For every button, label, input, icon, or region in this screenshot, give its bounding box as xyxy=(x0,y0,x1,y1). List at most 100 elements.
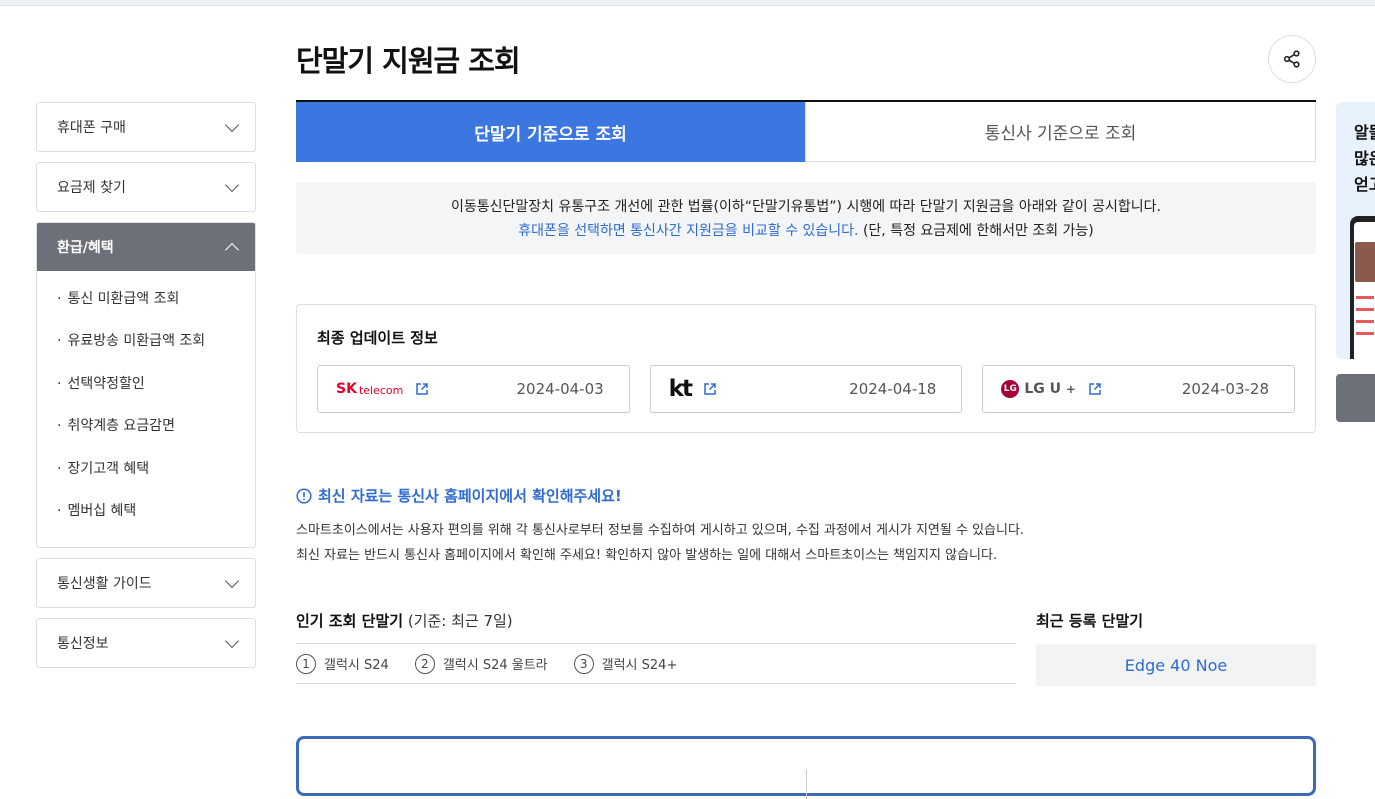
carrier-update-date: 2024-04-03 xyxy=(516,380,604,398)
external-link-icon[interactable] xyxy=(703,382,717,396)
sidebar-menu-label: 통신정보 xyxy=(57,636,109,653)
submenu-item-paytv-refund[interactable]: 유료방송 미환급액 조회 xyxy=(57,327,255,369)
recent-devices-title: 최근 등록 단말기 xyxy=(1036,612,1144,630)
sidebar-menu-telecom-info[interactable]: 통신정보 xyxy=(36,618,256,669)
alert-line: 최신 자료는 반드시 통신사 홈페이지에서 확인해 주세요! 확인하지 않아 발… xyxy=(296,548,998,563)
carrier-left: SK telecom xyxy=(336,381,429,397)
submenu-item-selective-discount[interactable]: 선택약정할인 xyxy=(57,370,255,412)
popular-device-label: 갤럭시 S24 울트라 xyxy=(442,658,548,673)
sidebar-menu-header[interactable]: 통신정보 xyxy=(37,619,255,667)
lgu-logo-plus: + xyxy=(1066,382,1076,396)
tab-by-device[interactable]: 단말기 기준으로 조회 xyxy=(296,102,805,162)
external-link-icon[interactable] xyxy=(1088,382,1102,396)
popular-devices: 인기 조회 단말기 (기준: 최근 7일) 1 갤럭시 S24 2 갤럭시 S2… xyxy=(296,610,1016,684)
banner-line: 얻고 xyxy=(1354,175,1375,194)
popular-devices-title: 인기 조회 단말기 xyxy=(296,612,404,630)
recent-devices: 최근 등록 단말기 Edge 40 Noe xyxy=(1036,610,1316,686)
banner-text: 알뜰 많은 얻고 xyxy=(1354,120,1375,198)
skt-logo-main: SK xyxy=(336,381,357,397)
skt-logo: SK telecom xyxy=(336,381,403,397)
lgu-logo-text: LG U xyxy=(1024,381,1061,397)
carrier-card-lgu[interactable]: LG LG U + 2024-03-28 xyxy=(982,365,1296,413)
banner-line: 알뜰 xyxy=(1354,123,1375,142)
chevron-down-icon xyxy=(224,573,240,588)
carrier-update-date: 2024-03-28 xyxy=(1181,380,1270,398)
rank-badge: 1 xyxy=(296,653,316,674)
carrier-card-skt[interactable]: SK telecom 2024-04-03 xyxy=(317,365,630,413)
browser-top-strip xyxy=(0,0,1375,6)
alert-line: 스마트초이스에서는 사용자 편의를 위해 각 통신사로부터 정보를 수집하여 게… xyxy=(296,523,1025,538)
sidebar-menu-label: 통신생활 가이드 xyxy=(57,576,152,593)
alert-title: 최신 자료는 통신사 홈페이지에서 확인해주세요! xyxy=(296,485,622,506)
submenu-item-vulnerable-discount[interactable]: 취약계층 요금감면 xyxy=(57,412,255,454)
search-form-box xyxy=(296,736,1316,799)
sidebar-menu-header[interactable]: 환급/혜택 xyxy=(37,223,255,271)
sidebar-menu-header[interactable]: 통신생활 가이드 xyxy=(37,559,255,607)
phone-line xyxy=(1356,332,1374,335)
sidebar-menu-phone-purchase[interactable]: 휴대폰 구매 xyxy=(36,102,256,152)
popular-devices-list: 1 갤럭시 S24 2 갤럭시 S24 울트라 3 갤럭시 S24+ xyxy=(296,644,1016,684)
share-button[interactable] xyxy=(1268,35,1316,83)
carrier-left: kt xyxy=(669,376,717,402)
notice-compare-link[interactable]: 휴대폰을 선택하면 통신사간 지원금을 비교할 수 있습니다. xyxy=(518,223,858,239)
sidebar-menu-label: 요금제 찾기 xyxy=(57,180,126,196)
search-mode-tabs: 단말기 기준으로 조회 통신사 기준으로 조회 xyxy=(296,100,1316,162)
phone-thumbnail xyxy=(1355,242,1375,282)
notice-line-2: 휴대폰을 선택하면 통신사간 지원금을 비교할 수 있습니다. (단, 특정 요… xyxy=(296,219,1316,243)
sidebar-menu-header[interactable]: 요금제 찾기 xyxy=(37,163,255,211)
sidebar-menu-plan-search[interactable]: 요금제 찾기 xyxy=(36,162,256,212)
recent-device-button[interactable]: Edge 40 Noe xyxy=(1036,644,1316,686)
alert-title-text: 최신 자료는 통신사 홈페이지에서 확인해주세요! xyxy=(318,487,622,505)
chevron-down-icon xyxy=(224,177,240,192)
info-circle-icon xyxy=(296,487,312,504)
lgu-logo: LG LG U + xyxy=(1001,380,1076,398)
update-info-title: 최종 업데이트 정보 xyxy=(317,329,438,347)
sidebar-menu-label: 환급/혜택 xyxy=(57,240,114,256)
phone-line xyxy=(1356,296,1374,299)
sidebar-menu-refund-benefit[interactable]: 환급/혜택 통신 미환급액 조회 유료방송 미환급액 조회 선택약정할인 취약계… xyxy=(36,222,256,549)
alert-description: 스마트초이스에서는 사용자 편의를 위해 각 통신사로부터 정보를 수집하여 게… xyxy=(296,518,1024,568)
popular-devices-subtitle: (기준: 최근 7일) xyxy=(403,612,513,630)
popular-device-label: 갤럭시 S24 xyxy=(324,658,389,673)
carrier-card-kt[interactable]: kt 2024-04-18 xyxy=(649,365,963,413)
share-icon xyxy=(1283,50,1300,68)
sidebar-menu-guide[interactable]: 통신생활 가이드 xyxy=(36,558,256,609)
page-title: 단말기 지원금 조회 xyxy=(296,44,521,78)
submenu-item-longterm-benefit[interactable]: 장기고객 혜택 xyxy=(57,455,255,497)
phone-line xyxy=(1356,308,1374,311)
notice-condition-text: (단, 특정 요금제에 한해서만 조회 가능) xyxy=(858,223,1094,239)
kt-logo: kt xyxy=(668,376,693,402)
chevron-down-icon xyxy=(224,117,240,132)
external-link-icon[interactable] xyxy=(415,382,429,396)
tab-by-carrier[interactable]: 통신사 기준으로 조회 xyxy=(805,102,1316,162)
update-info-box: 최종 업데이트 정보 SK telecom 2024-04-03 kt 2024… xyxy=(296,304,1316,433)
form-divider xyxy=(806,769,807,799)
lg-circle-logo: LG xyxy=(1001,380,1020,398)
popular-devices-header: 인기 조회 단말기 (기준: 최근 7일) xyxy=(296,610,1016,644)
popular-device-item[interactable]: 3 갤럭시 S24+ xyxy=(573,653,678,674)
sidebar-nav: 휴대폰 구매 요금제 찾기 환급/혜택 통신 미환급액 조회 유료방송 미환급액… xyxy=(36,102,256,678)
carrier-update-date: 2024-04-18 xyxy=(849,380,937,398)
side-quick-button[interactable] xyxy=(1336,374,1375,422)
carrier-list: SK telecom 2024-04-03 kt 2024-04-18 LG L… xyxy=(317,365,1296,413)
notice-line: 이동통신단말장치 유통구조 개선에 관한 법률(이하“단말기유통법”) 시행에 … xyxy=(451,199,1161,215)
rank-badge: 3 xyxy=(573,653,594,674)
skt-logo-sub: telecom xyxy=(358,384,404,397)
submenu-item-membership-benefit[interactable]: 멤버십 혜택 xyxy=(57,497,255,539)
chevron-down-icon xyxy=(224,633,240,648)
popular-device-item[interactable]: 1 갤럭시 S24 xyxy=(296,653,389,674)
banner-line: 많은 xyxy=(1354,149,1375,168)
chevron-up-icon xyxy=(224,242,240,257)
popular-device-item[interactable]: 2 갤럭시 S24 울트라 xyxy=(414,653,548,674)
notice-box: 이동통신단말장치 유통구조 개선에 관한 법률(이하“단말기유통법”) 시행에 … xyxy=(296,182,1316,254)
banner-phone-image xyxy=(1350,216,1375,359)
phone-line xyxy=(1356,320,1374,323)
carrier-left: LG LG U + xyxy=(1001,380,1101,398)
rank-badge: 2 xyxy=(414,653,435,674)
side-banner[interactable]: 알뜰 많은 얻고 xyxy=(1336,102,1375,359)
sidebar-submenu: 통신 미환급액 조회 유료방송 미환급액 조회 선택약정할인 취약계층 요금감면… xyxy=(37,271,255,547)
submenu-item-telecom-refund[interactable]: 통신 미환급액 조회 xyxy=(57,285,255,327)
popular-device-label: 갤럭시 S24+ xyxy=(601,658,678,673)
sidebar-menu-label: 휴대폰 구매 xyxy=(57,120,126,136)
sidebar-menu-header[interactable]: 휴대폰 구매 xyxy=(37,103,255,151)
